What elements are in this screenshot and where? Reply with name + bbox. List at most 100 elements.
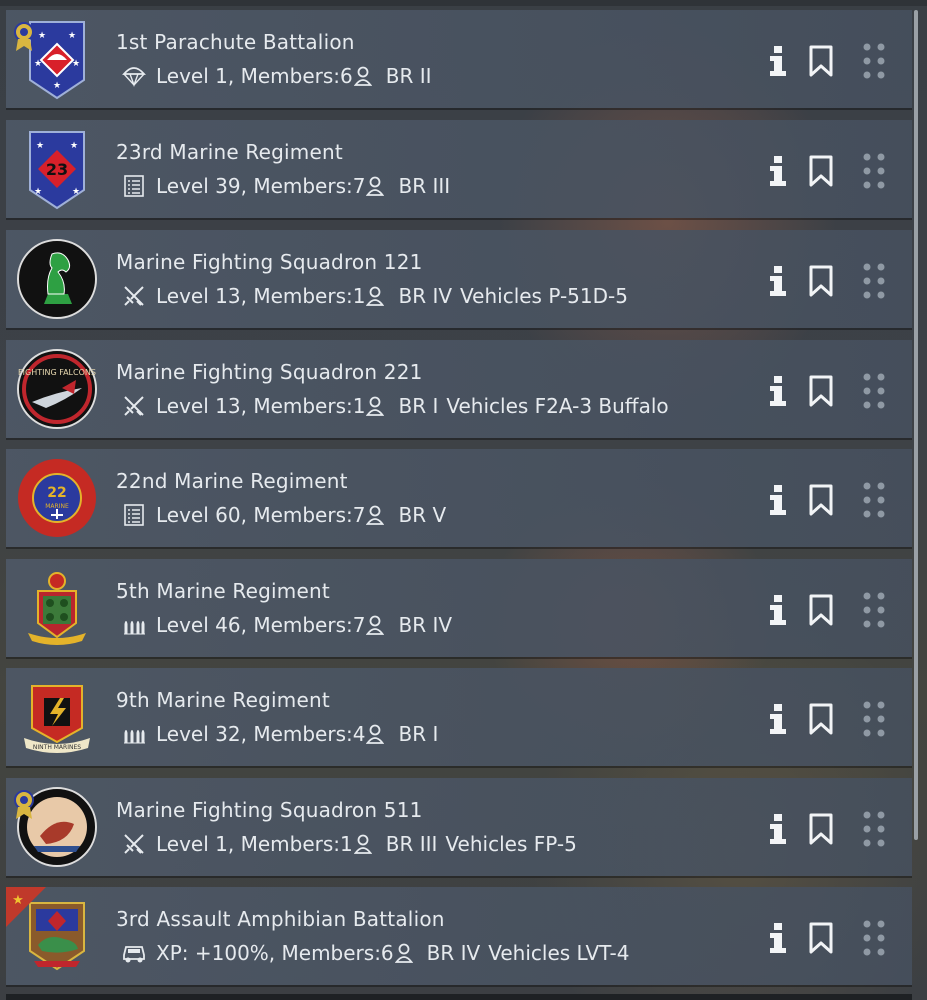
battle-rating: BR II <box>385 64 432 88</box>
drag-icon <box>863 701 885 737</box>
svg-text:★: ★ <box>12 893 24 908</box>
svg-text:★: ★ <box>72 59 80 69</box>
info-icon <box>770 156 786 186</box>
bookmark-button[interactable] <box>806 483 836 517</box>
drag-icon <box>863 592 885 628</box>
info-button[interactable] <box>764 917 792 957</box>
info-button[interactable] <box>764 150 792 190</box>
bookmark-icon <box>809 922 833 954</box>
drag-handle[interactable] <box>856 262 892 300</box>
squad-name: 9th Marine Regiment <box>116 688 330 712</box>
aircraft-icon <box>122 394 148 418</box>
info-icon <box>770 923 786 953</box>
squad-name: Marine Fighting Squadron 121 <box>116 250 423 274</box>
member-icon <box>366 614 386 636</box>
list-item[interactable]: NINTH MARINES 9th Marine Regiment Level … <box>6 668 912 766</box>
squad-info: Level 46, Members:7 BR IV <box>122 613 452 637</box>
squad-name: 5th Marine Regiment <box>116 579 330 603</box>
bookmark-button[interactable] <box>806 812 836 846</box>
vehicle-icon <box>122 941 148 965</box>
bookmark-button[interactable] <box>806 154 836 188</box>
info-icon <box>770 814 786 844</box>
info-button[interactable] <box>764 698 792 738</box>
emblem-text: FIGHTING FALCONS <box>18 368 96 377</box>
list-item[interactable]: ★ ★ ★ ★ ★ 1st Parachute Battalion Level 1,… <box>6 10 912 108</box>
info-button[interactable] <box>764 370 792 410</box>
info-icon <box>770 485 786 515</box>
drag-icon <box>863 43 885 79</box>
info-icon <box>770 376 786 406</box>
squad-stats: Level 13, Members:1 <box>156 284 366 308</box>
squad-name: Marine Fighting Squadron 221 <box>116 360 423 384</box>
drag-handle[interactable] <box>856 42 892 80</box>
list-item[interactable]: FIGHTING FALCONS Marine Fighting Squadro… <box>6 340 912 438</box>
drag-handle[interactable] <box>856 591 892 629</box>
squad-info: Level 13, Members:1 BR IV Vehicles P-51D… <box>122 284 628 308</box>
squad-emblem: NINTH MARINES <box>16 676 98 758</box>
squad-info: Level 13, Members:1 BR I Vehicles F2A-3 … <box>122 394 669 418</box>
drag-handle[interactable] <box>856 700 892 738</box>
member-icon <box>366 285 386 307</box>
squad-info: Level 1, Members:6 BR II <box>122 64 432 88</box>
squad-emblem: FIGHTING FALCONS <box>16 348 98 430</box>
info-button[interactable] <box>764 808 792 848</box>
bookmark-button[interactable] <box>806 264 836 298</box>
list-item[interactable]: Marine Fighting Squadron 511 Level 1, Me… <box>6 778 912 876</box>
info-icon <box>770 704 786 734</box>
member-icon <box>394 942 415 964</box>
scrollbar[interactable] <box>914 10 918 840</box>
list-icon <box>122 503 148 527</box>
info-button[interactable] <box>764 260 792 300</box>
battle-rating: BR IV <box>398 613 453 637</box>
squad-name: Marine Fighting Squadron 511 <box>116 798 423 822</box>
drag-handle[interactable] <box>856 919 892 957</box>
squad-stats: Level 32, Members:4 <box>156 722 366 746</box>
member-icon <box>353 65 374 87</box>
bookmark-button[interactable] <box>806 593 836 627</box>
bookmark-button[interactable] <box>806 44 836 78</box>
bookmark-icon <box>809 155 833 187</box>
battle-rating: BR V <box>398 503 447 527</box>
row-actions <box>764 589 898 629</box>
ammo-icon <box>122 613 148 637</box>
bookmark-icon <box>809 813 833 845</box>
member-icon <box>366 504 386 526</box>
squad-name: 22nd Marine Regiment <box>116 469 348 493</box>
drag-handle[interactable] <box>856 372 892 410</box>
list-item[interactable]: 5th Marine Regiment Level 46, Members:7 … <box>6 559 912 657</box>
drag-icon <box>863 373 885 409</box>
emblem-text: MARINE <box>45 503 69 510</box>
member-icon <box>366 175 386 197</box>
drag-handle[interactable] <box>856 481 892 519</box>
squad-info: Level 60, Members:7 BR V <box>122 503 446 527</box>
list-item[interactable]: 22 MARINE 22nd Marine Regiment Level 60,… <box>6 449 912 547</box>
bookmark-icon <box>809 703 833 735</box>
bookmark-button[interactable] <box>806 702 836 736</box>
squad-stats: Level 1, Members:6 <box>156 64 353 88</box>
drag-handle[interactable] <box>856 810 892 848</box>
list-item[interactable]: 23 ★ ★ ★ ★ 23rd Marine Regiment Level 39, … <box>6 120 912 218</box>
squad-stats: Level 13, Members:1 <box>156 394 366 418</box>
svg-text:★: ★ <box>36 141 44 151</box>
member-icon <box>366 723 386 745</box>
squad-info: Level 32, Members:4 BR I <box>122 722 438 746</box>
svg-text:★: ★ <box>34 59 42 69</box>
bookmark-icon <box>809 375 833 407</box>
info-button[interactable] <box>764 40 792 80</box>
ammo-icon <box>122 722 148 746</box>
list-item[interactable]: ★ 3rd Assault Amphibian Battalion XP: +1… <box>6 887 912 985</box>
row-actions <box>764 698 898 738</box>
bookmark-button[interactable] <box>806 921 836 955</box>
bookmark-button[interactable] <box>806 374 836 408</box>
squad-emblem <box>16 567 98 649</box>
squad-name: 23rd Marine Regiment <box>116 140 343 164</box>
drag-handle[interactable] <box>856 152 892 190</box>
aircraft-icon <box>122 832 148 856</box>
bookmark-icon <box>809 265 833 297</box>
svg-text:★: ★ <box>72 187 80 197</box>
battle-rating: BR III <box>385 832 438 856</box>
info-button[interactable] <box>764 479 792 519</box>
list-item[interactable]: Marine Fighting Squadron 121 Level 13, M… <box>6 230 912 328</box>
info-button[interactable] <box>764 589 792 629</box>
svg-text:★: ★ <box>68 31 76 41</box>
